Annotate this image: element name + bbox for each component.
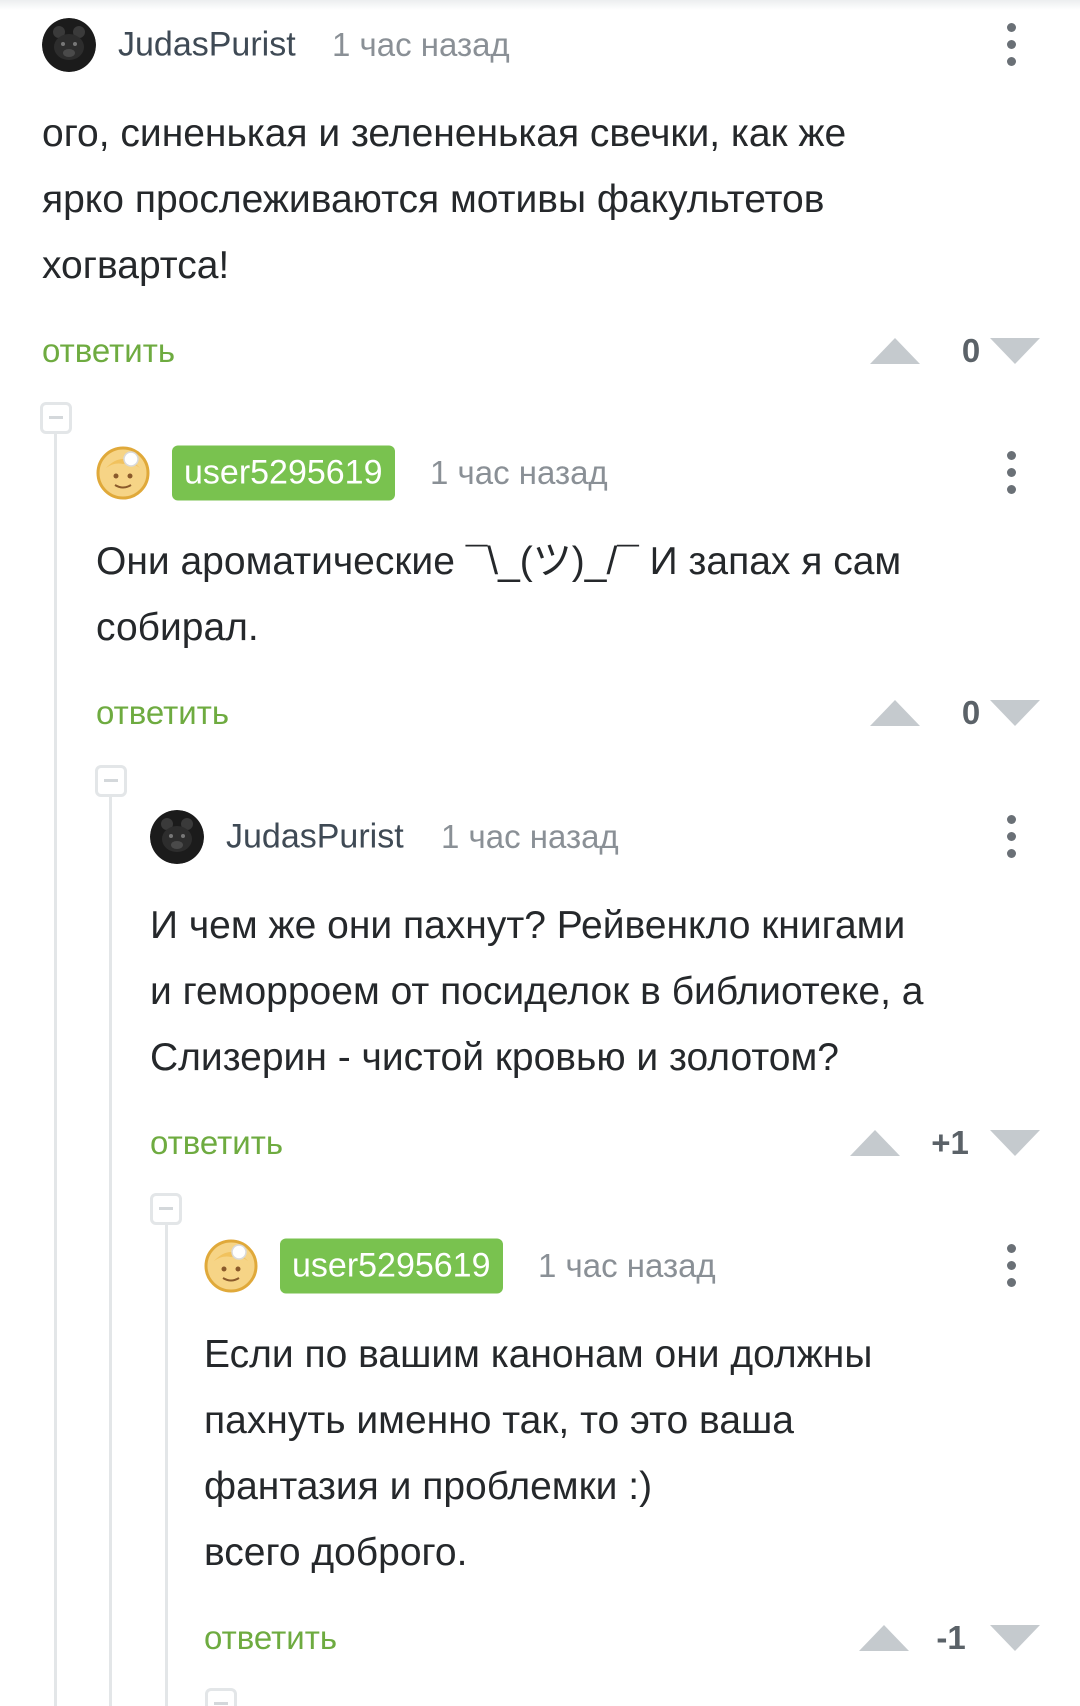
comment-header: user5295619 1 час назад (204, 1236, 1080, 1296)
comment-score: +1 (931, 1124, 969, 1161)
comment-author-badge[interactable]: user5295619 (280, 1238, 503, 1294)
collapse-thread-button[interactable] (40, 402, 72, 434)
reply-button[interactable]: ответить (96, 694, 229, 732)
comment-author[interactable]: JudasPurist (226, 818, 404, 857)
downvote-icon[interactable] (990, 1625, 1040, 1651)
collapse-thread-button[interactable] (150, 1193, 182, 1225)
comment-actions: ответить +1 (150, 1113, 1080, 1173)
top-fade (0, 0, 1080, 10)
reply-button[interactable]: ответить (42, 332, 175, 370)
bear-avatar-icon[interactable] (150, 810, 204, 864)
comment-time: 1 час назад (538, 1247, 716, 1284)
upvote-icon[interactable] (850, 1130, 900, 1156)
bear-avatar-icon[interactable] (42, 18, 96, 72)
comment: user5295619 1 час назад Если по вашим ка… (204, 1236, 1080, 1668)
upvote-icon[interactable] (859, 1625, 909, 1651)
reply-button[interactable]: ответить (204, 1619, 337, 1657)
comment: JudasPurist 1 час назад ого, синенькая и… (42, 15, 1080, 381)
cartoon-face-avatar-icon[interactable] (204, 1239, 258, 1293)
thread-line-level-1 (54, 412, 57, 1706)
collapse-thread-button[interactable] (95, 765, 127, 797)
thread-line-level-3 (165, 1223, 168, 1706)
upvote-icon[interactable] (870, 338, 920, 364)
more-options-icon[interactable] (1002, 813, 1022, 861)
comments-page: JudasPurist 1 час назад ого, синенькая и… (0, 0, 1080, 1706)
thread-line-level-2 (109, 795, 112, 1706)
comment-text: ого, синенькая и зелененькая свечки, как… (42, 112, 847, 287)
more-options-icon[interactable] (1002, 449, 1022, 497)
comment-text: И чем же они пахнут? Рейвенкло книгами и… (150, 904, 924, 1079)
comment-header: JudasPurist 1 час назад (42, 15, 1080, 75)
upvote-icon[interactable] (870, 700, 920, 726)
comment-time: 1 час назад (430, 454, 608, 491)
downvote-icon[interactable] (990, 1130, 1040, 1156)
comment-header: JudasPurist 1 час назад (150, 807, 1080, 867)
cartoon-face-avatar-icon[interactable] (96, 446, 150, 500)
downvote-icon[interactable] (990, 700, 1040, 726)
comment-time: 1 час назад (441, 818, 619, 855)
downvote-icon[interactable] (990, 338, 1040, 364)
comment-actions: ответить 0 (42, 321, 1080, 381)
comment-text: Если по вашим канонам они должны пахнуть… (204, 1333, 873, 1574)
comment: user5295619 1 час назад Они ароматически… (96, 443, 1080, 743)
comment: JudasPurist 1 час назад И чем же они пах… (150, 807, 1080, 1173)
comment-author[interactable]: JudasPurist (118, 26, 296, 65)
comment-text: Они ароматические ¯\_(ツ)_/¯ И запах я са… (96, 540, 902, 649)
more-options-icon[interactable] (1002, 1242, 1022, 1290)
comment-time: 1 час назад (332, 26, 510, 63)
comment-header: user5295619 1 час назад (96, 443, 1080, 503)
comment-score: -1 (936, 1619, 966, 1656)
comment-author-badge[interactable]: user5295619 (172, 445, 395, 501)
reply-button[interactable]: ответить (150, 1124, 283, 1162)
more-options-icon[interactable] (1002, 21, 1022, 69)
comment-actions: ответить -1 (204, 1608, 1080, 1668)
comment-actions: ответить 0 (96, 683, 1080, 743)
collapse-thread-button[interactable] (205, 1688, 237, 1706)
